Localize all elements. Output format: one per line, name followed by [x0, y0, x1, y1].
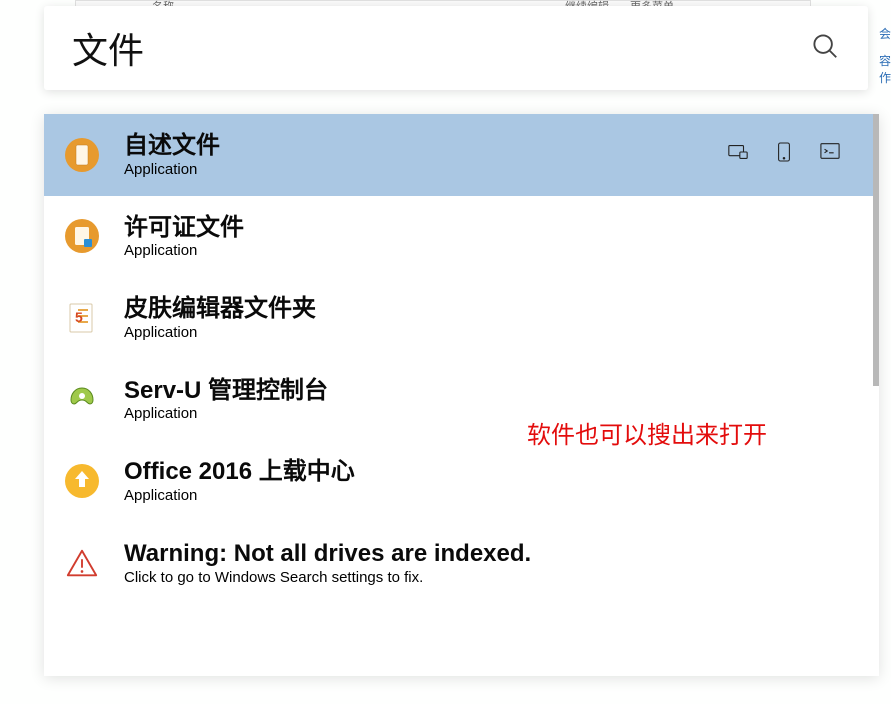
monitor-icon[interactable]: [727, 141, 749, 168]
result-title: Warning: Not all drives are indexed.: [124, 540, 859, 568]
result-title: Office 2016 上载中心: [124, 458, 859, 486]
search-input[interactable]: [72, 27, 810, 69]
result-title: 许可证文件: [124, 214, 859, 242]
result-item[interactable]: Serv-U 管理控制台 Application: [44, 359, 879, 441]
result-subtitle: Application: [124, 161, 703, 178]
result-subtitle: Application: [124, 405, 859, 422]
app-icon: [64, 463, 100, 499]
result-subtitle: Application: [124, 324, 859, 341]
svg-text:5: 5: [75, 309, 83, 325]
app-icon: [64, 218, 100, 254]
search-box[interactable]: [44, 6, 868, 90]
results-panel: 自述文件 Application: [44, 114, 879, 676]
result-item[interactable]: 5 皮肤编辑器文件夹 Application: [44, 277, 879, 359]
app-icon: [64, 382, 100, 418]
device-icon[interactable]: [775, 141, 793, 168]
app-icon: [64, 137, 100, 173]
result-item[interactable]: 自述文件 Application: [44, 114, 879, 196]
result-item[interactable]: Office 2016 上载中心 Application: [44, 440, 879, 522]
result-subtitle: Click to go to Windows Search settings t…: [124, 569, 859, 586]
result-title: 皮肤编辑器文件夹: [124, 295, 859, 323]
result-subtitle: Application: [124, 487, 859, 504]
app-icon: 5: [64, 300, 100, 336]
result-subtitle: Application: [124, 242, 859, 259]
search-icon[interactable]: [810, 31, 840, 66]
result-item[interactable]: Warning: Not all drives are indexed. Cli…: [44, 522, 879, 604]
console-icon[interactable]: [819, 141, 841, 168]
result-title: Serv-U 管理控制台: [124, 377, 859, 405]
result-title: 自述文件: [124, 132, 703, 160]
result-item[interactable]: 许可证文件 Application: [44, 196, 879, 278]
scrollbar-thumb[interactable]: [873, 114, 879, 386]
warning-icon: [64, 545, 100, 581]
side-text: 会 容 作: [879, 25, 891, 86]
